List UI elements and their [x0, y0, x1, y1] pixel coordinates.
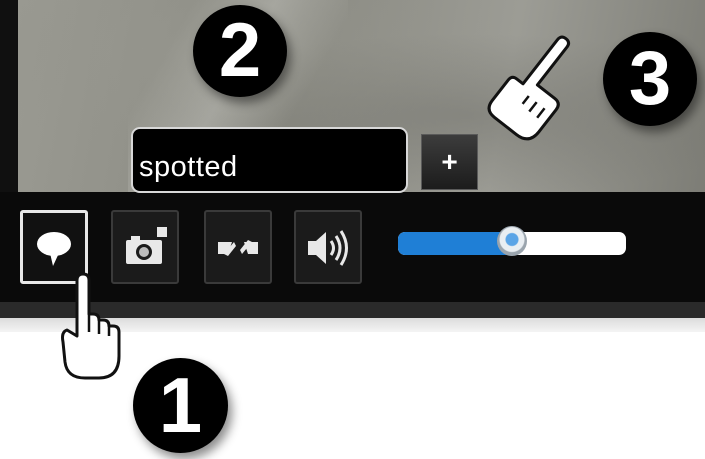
step-3-badge: 3	[603, 32, 697, 126]
pointing-hand-icon	[487, 35, 571, 141]
volume-slider[interactable]	[398, 226, 626, 256]
speaker-icon	[308, 230, 348, 266]
mute-button[interactable]	[294, 210, 362, 284]
pointing-hand-icon	[61, 272, 121, 380]
player-border	[0, 0, 18, 192]
fit-button[interactable]	[204, 210, 272, 284]
volume-slider-fill	[398, 232, 512, 255]
step-2-badge: 2	[193, 5, 287, 97]
caption-input[interactable]	[131, 127, 408, 193]
volume-slider-handle[interactable]	[497, 226, 527, 256]
video-player: +	[0, 0, 705, 318]
step-1-badge: 1	[133, 358, 228, 453]
shrink-arrows-icon	[218, 240, 258, 256]
